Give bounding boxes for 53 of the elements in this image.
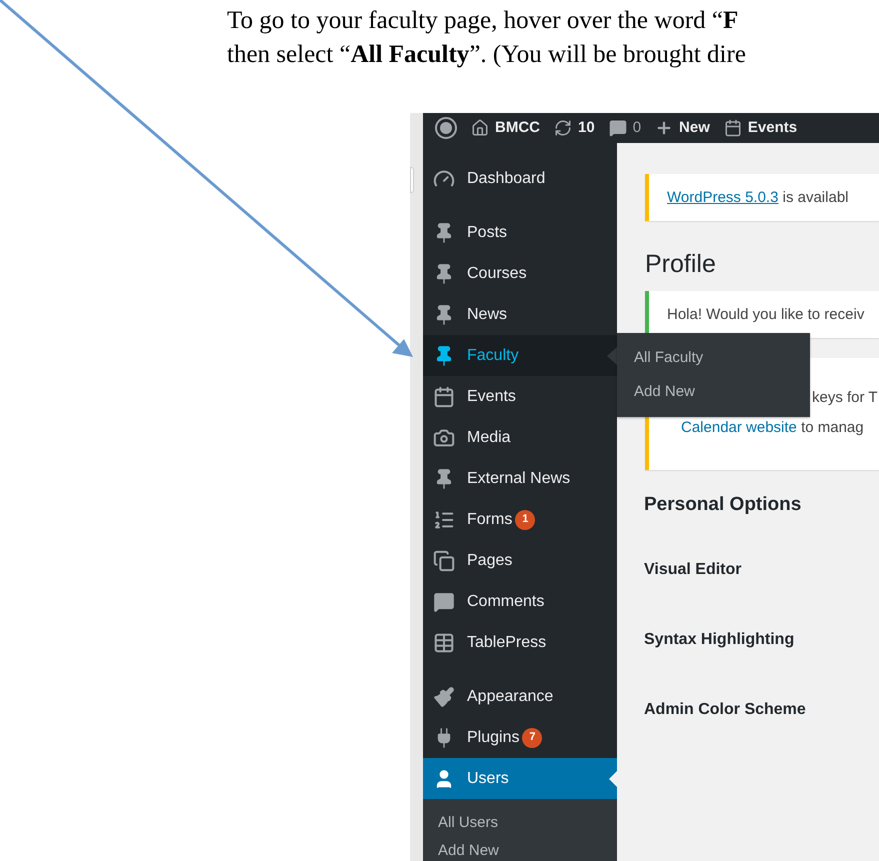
field-label: Syntax Highlighting	[644, 630, 796, 650]
sidebar-item[interactable]: TablePress	[423, 622, 617, 663]
submenu-item[interactable]: All Users	[423, 809, 617, 837]
notice-text: WordPress 5.0.3 is availabl	[667, 188, 850, 208]
notice-link[interactable]: Calendar website	[681, 419, 797, 436]
toolbar-item[interactable]: BMCC	[471, 116, 540, 140]
instruction-text: then select “All Faculty”. (You will be brought dire	[227, 40, 747, 70]
pages-icon	[433, 550, 455, 572]
home-icon	[471, 119, 489, 137]
sidebar-item[interactable]: Appearance	[423, 676, 617, 717]
page-title: Profile	[645, 249, 717, 279]
notice-text: Hola! Would you like to receiv	[667, 305, 866, 325]
submenu-item[interactable]: Add New	[423, 837, 617, 861]
table-icon	[433, 632, 455, 654]
sidebar-item[interactable]: Comments	[423, 581, 617, 622]
sidebar-item[interactable]: Posts	[423, 212, 617, 253]
notice-link[interactable]: WordPress 5.0.3	[667, 189, 778, 206]
sidebar-item[interactable]: Plugins 7	[423, 717, 617, 758]
instruction-text: To go to your faculty page, hover over the word “F	[227, 6, 740, 36]
section-title: Personal Options	[644, 493, 802, 517]
sidebar-item[interactable]: News	[423, 294, 617, 335]
field-label: Visual Editor	[644, 560, 743, 580]
gauge-icon	[433, 168, 455, 190]
count-badge: 7	[522, 728, 542, 748]
sidebar-item[interactable]: Faculty	[423, 335, 617, 376]
sidebar-item[interactable]: Courses	[423, 253, 617, 294]
sidebar-item[interactable]: Events	[423, 376, 617, 417]
camera-icon	[433, 426, 455, 448]
toolbar-item[interactable]: Events	[724, 116, 798, 140]
speech-bubble-icon	[608, 119, 627, 137]
sidebar-item[interactable]: External News	[423, 458, 617, 499]
sidebar-item[interactable]: Users	[423, 758, 617, 799]
refresh-icon	[554, 119, 572, 137]
calendar-icon	[724, 119, 742, 137]
speech-bubble-icon	[433, 590, 455, 612]
list-icon	[433, 508, 455, 530]
toolbar-item[interactable]: 0	[608, 116, 642, 140]
flyout-item[interactable]: All Faculty	[617, 341, 810, 375]
circle-logo-icon[interactable]	[435, 117, 457, 139]
sidebar-item[interactable]: Dashboard	[423, 158, 617, 199]
calendar-icon	[433, 386, 455, 408]
count-badge: 1	[515, 510, 536, 530]
sidebar-item[interactable]: Pages	[423, 540, 617, 581]
sidebar-item[interactable]: Forms 1	[423, 499, 617, 540]
toolbar-item[interactable]: New	[655, 116, 710, 140]
sidebar-item[interactable]: Media	[423, 417, 617, 458]
notice-text: Calendar website to manag	[681, 418, 865, 438]
flyout-item[interactable]: Add New	[617, 375, 810, 409]
field-label: Admin Color Scheme	[644, 700, 807, 720]
paintbrush-icon	[433, 686, 455, 708]
notice-text: keys for T	[812, 388, 879, 408]
toolbar-item[interactable]: 10	[554, 116, 595, 140]
plus-icon	[655, 119, 674, 137]
